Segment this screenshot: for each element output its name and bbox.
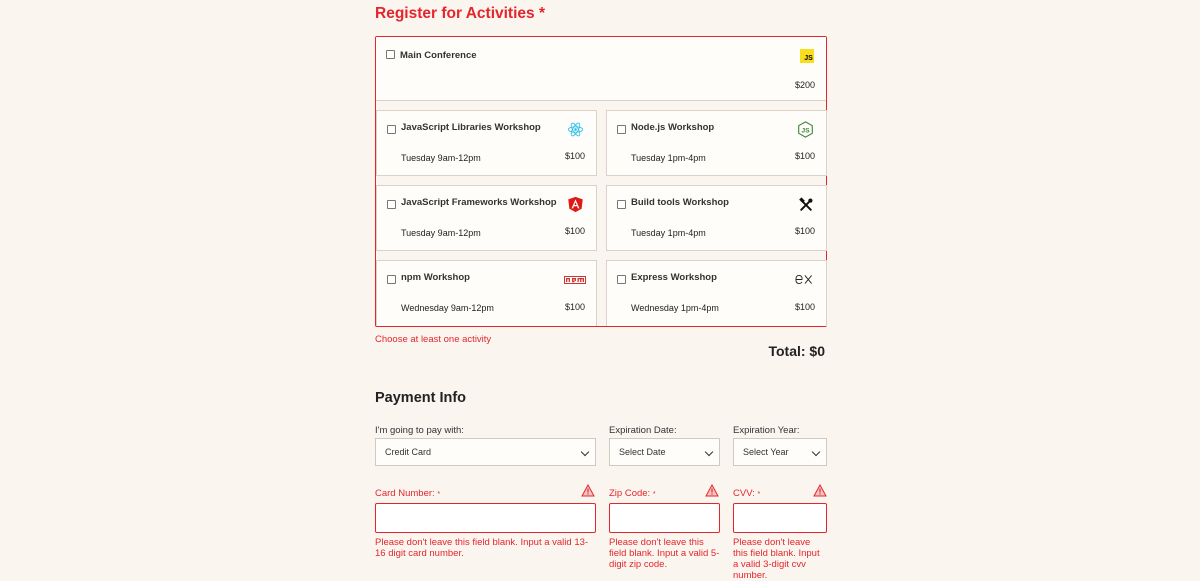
activity-name: JavaScript Frameworks Workshop bbox=[401, 197, 557, 208]
activity-time: Wednesday 9am-12pm bbox=[401, 303, 494, 313]
activity-checkbox[interactable] bbox=[386, 50, 395, 59]
activities-heading: Register for Activities * bbox=[375, 5, 545, 22]
activity-cost: $100 bbox=[564, 151, 585, 161]
exp-date-label: Expiration Date: bbox=[609, 425, 677, 436]
exp-year-label: Expiration Year: bbox=[733, 425, 800, 436]
js-icon: JS bbox=[800, 49, 814, 63]
activity-checkbox[interactable] bbox=[617, 125, 626, 134]
activity-cost: $100 bbox=[564, 226, 585, 236]
activity-main-conference[interactable]: Main Conference JS $200 bbox=[376, 37, 826, 101]
required-mark: * bbox=[538, 5, 545, 22]
activity-time: Wednesday 1pm-4pm bbox=[631, 303, 719, 313]
required-mark: * bbox=[437, 491, 441, 498]
express-icon bbox=[794, 271, 814, 288]
payment-method-select[interactable]: Credit Card bbox=[375, 438, 596, 466]
activity-name: npm Workshop bbox=[401, 272, 470, 283]
activity-name: JavaScript Libraries Workshop bbox=[401, 122, 541, 133]
tools-icon bbox=[797, 196, 814, 213]
warning-icon bbox=[705, 484, 719, 497]
payment-heading: Payment Info bbox=[375, 390, 467, 406]
nodejs-icon: JS bbox=[797, 121, 814, 138]
activity-js-frameworks[interactable]: JavaScript Frameworks Workshop Tuesday 9… bbox=[376, 185, 597, 251]
chevron-down-icon bbox=[580, 447, 590, 457]
card-number-input[interactable] bbox=[375, 503, 596, 533]
svg-text:JS: JS bbox=[801, 127, 810, 134]
exp-date-value: Select Date bbox=[619, 447, 666, 457]
required-mark: * bbox=[652, 491, 656, 498]
activity-time: Tuesday 1pm-4pm bbox=[631, 153, 706, 163]
chevron-down-icon bbox=[811, 447, 821, 457]
activity-name: Main Conference bbox=[400, 50, 477, 61]
activity-name: Build tools Workshop bbox=[631, 197, 729, 208]
activity-build-tools[interactable]: Build tools Workshop Tuesday 1pm-4pm $10… bbox=[606, 185, 827, 251]
cvv-input[interactable] bbox=[733, 503, 827, 533]
exp-year-value: Select Year bbox=[743, 447, 789, 457]
activities-fieldset: Main Conference JS $200 JavaScript Libra… bbox=[375, 36, 827, 327]
activity-name: Node.js Workshop bbox=[631, 122, 715, 133]
activities-total: Total: $0 bbox=[768, 343, 825, 359]
activities-error: Choose at least one activity bbox=[375, 334, 492, 345]
zip-code-error: Please don't leave this field blank. Inp… bbox=[609, 537, 720, 570]
activity-checkbox[interactable] bbox=[617, 200, 626, 209]
form-section: Register for Activities * Main Conferenc… bbox=[375, 0, 827, 581]
warning-icon bbox=[581, 484, 595, 497]
angular-icon bbox=[567, 196, 584, 213]
payment-method-value: Credit Card bbox=[385, 447, 432, 457]
cvv-label: CVV: * bbox=[733, 488, 761, 499]
activity-cost: $100 bbox=[794, 226, 815, 236]
activity-checkbox[interactable] bbox=[617, 275, 626, 284]
activity-time: Tuesday 9am-12pm bbox=[401, 153, 481, 163]
react-icon bbox=[567, 121, 584, 138]
chevron-down-icon bbox=[704, 447, 714, 457]
card-number-error: Please don't leave this field blank. Inp… bbox=[375, 537, 589, 559]
cvv-error: Please don't leave this field blank. Inp… bbox=[733, 537, 820, 581]
exp-date-select[interactable]: Select Date bbox=[609, 438, 720, 466]
exp-year-select[interactable]: Select Year bbox=[733, 438, 827, 466]
activity-checkbox[interactable] bbox=[387, 200, 396, 209]
activity-checkbox[interactable] bbox=[387, 125, 396, 134]
activity-name: Express Workshop bbox=[631, 272, 717, 283]
zip-code-input[interactable] bbox=[609, 503, 720, 533]
zip-code-label: Zip Code: * bbox=[609, 488, 656, 499]
activity-time: Tuesday 1pm-4pm bbox=[631, 228, 706, 238]
card-number-label: Card Number: * bbox=[375, 488, 441, 499]
activity-time: Tuesday 9am-12pm bbox=[401, 228, 481, 238]
payment-method-label: I'm going to pay with: bbox=[375, 425, 464, 436]
activity-checkbox[interactable] bbox=[387, 275, 396, 284]
activity-cost: $100 bbox=[794, 151, 815, 161]
activity-cost: $100 bbox=[794, 302, 815, 312]
activity-npm[interactable]: npm Workshop Wednesday 9am-12pm $100 bbox=[376, 260, 597, 326]
activity-express[interactable]: Express Workshop Wednesday 1pm-4pm $100 bbox=[606, 260, 827, 326]
npm-icon bbox=[564, 271, 586, 288]
activity-nodejs[interactable]: Node.js Workshop Tuesday 1pm-4pm $100 JS bbox=[606, 110, 827, 176]
required-mark: * bbox=[757, 491, 761, 498]
warning-icon bbox=[813, 484, 827, 497]
activity-cost: $200 bbox=[794, 80, 815, 90]
activity-cost: $100 bbox=[564, 302, 585, 312]
activity-js-libraries[interactable]: JavaScript Libraries Workshop Tuesday 9a… bbox=[376, 110, 597, 176]
